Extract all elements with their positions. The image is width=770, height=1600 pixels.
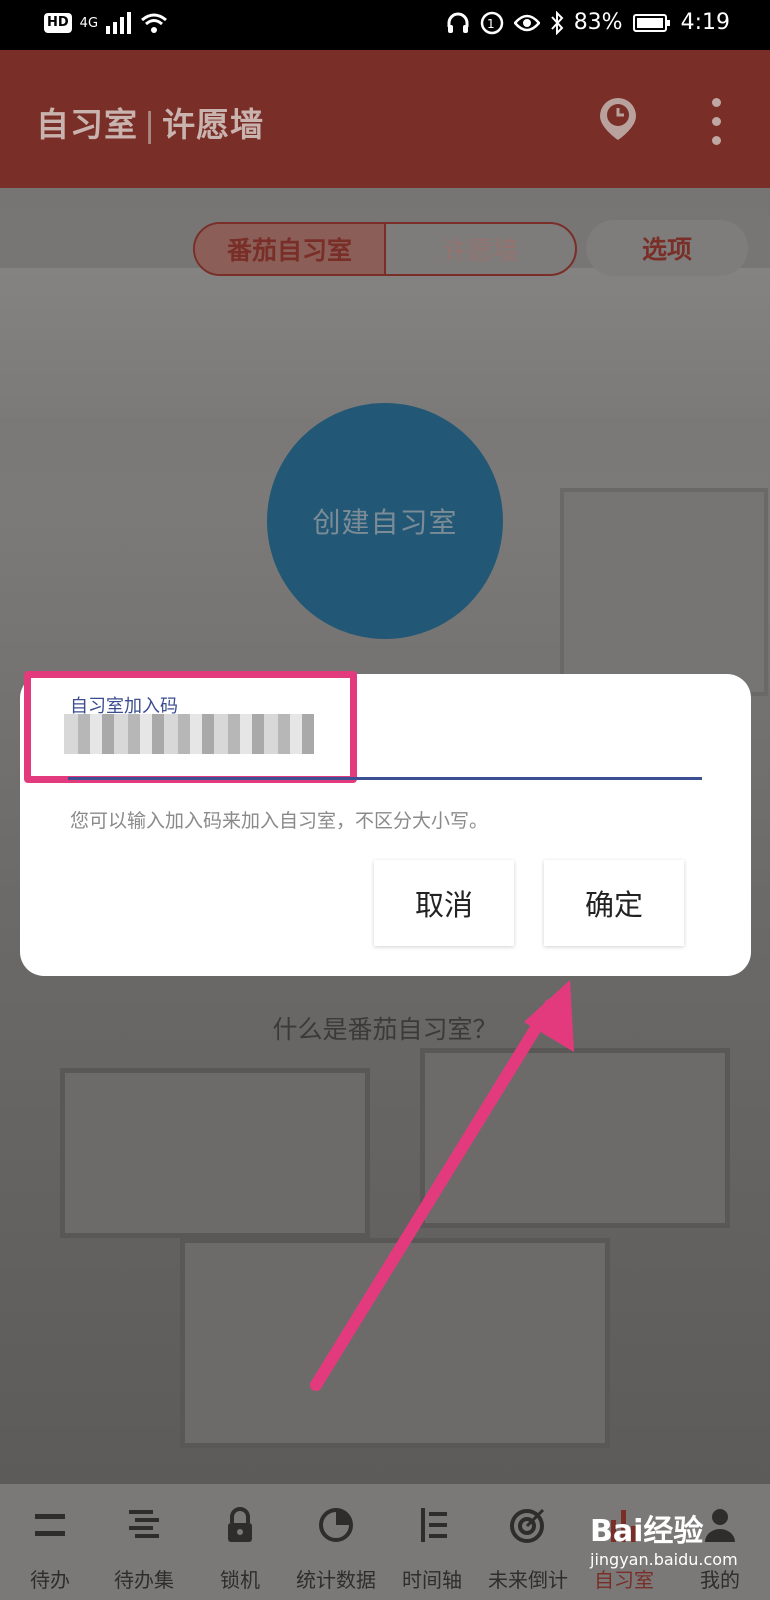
desk-graphic [60,1068,370,1238]
more-options-icon[interactable] [706,98,726,146]
app-bar: 自习室 | 许愿墙 [0,50,770,188]
watermark-url: jingyan.baidu.com [590,1550,738,1569]
mode-toggle: 番茄自习室 许愿墙 [193,222,577,276]
battery-icon [632,13,670,32]
status-left: HD 4G [44,12,168,34]
create-room-button[interactable]: 创建自习室 [267,403,503,639]
nav-label: 未来倒计 [488,1568,568,1592]
headphones-icon [447,12,469,33]
nav-label: 待办 [30,1568,70,1592]
wifi-icon [141,13,167,33]
status-right: 1 83% 4:19 [446,10,730,35]
title-main: 自习室 [36,105,138,144]
nav-item-todo[interactable]: 待办 [4,1484,96,1600]
desk-graphic [420,1048,730,1228]
tab-wish-wall[interactable]: 许愿墙 [386,224,575,274]
nav-item-countdown[interactable]: 未来倒计 [482,1484,574,1600]
title-separator: | [144,105,157,144]
tab-pomodoro-room[interactable]: 番茄自习室 [195,224,386,274]
timeline-icon [421,1508,447,1542]
join-room-dialog: 自习室加入码 您可以输入加入码来加入自习室，不区分大小写。 取消 确定 [20,671,751,976]
what-is-link[interactable]: 什么是番茄自习室？ [0,1010,770,1046]
title-secondary: 许愿墙 [162,105,265,144]
join-code-input[interactable] [64,714,314,754]
watermark-logo: Bai经验 [590,1514,704,1549]
nav-item-lock[interactable]: 锁机 [194,1484,286,1600]
list-group-icon [129,1510,159,1538]
nav-item-timeline[interactable]: 时间轴 [386,1484,478,1600]
join-code-hint: 您可以输入加入码来加入自习室，不区分大小写。 [70,810,489,832]
lock-icon [228,1507,252,1542]
input-underline [68,777,702,780]
watermark: Bai经验 jingyan.baidu.com [590,1506,760,1600]
nav-label: 时间轴 [402,1568,462,1592]
options-button[interactable]: 选项 [586,220,748,276]
network-type: 4G [79,15,99,31]
location-clock-icon[interactable] [598,96,638,142]
confirm-button[interactable]: 确定 [544,860,684,946]
list-icon [35,1514,65,1536]
status-bar: HD 4G 1 83% 4:19 [0,0,770,50]
board-graphic [560,488,768,696]
nav-label: 锁机 [220,1568,260,1592]
bluetooth-icon [550,10,564,35]
battery-percent: 83% [573,10,623,35]
clock-time: 4:19 [680,10,730,35]
pie-chart-icon [319,1508,353,1542]
nav-item-stats[interactable]: 统计数据 [290,1484,382,1600]
nav-item-todo-set[interactable]: 待办集 [98,1484,190,1600]
target-icon [510,1508,545,1543]
page-title: 自习室 | 许愿墙 [36,98,264,146]
ceiling-graphic [0,268,770,418]
signal-icon [106,12,132,34]
data-saver-icon: 1 [480,11,503,34]
svg-text:1: 1 [487,17,495,31]
desk-graphic [180,1238,610,1448]
nav-label: 待办集 [114,1568,174,1592]
nav-label: 统计数据 [296,1568,376,1592]
cancel-button[interactable]: 取消 [374,860,514,946]
eye-icon [513,14,540,31]
hd-icon: HD [44,13,72,33]
